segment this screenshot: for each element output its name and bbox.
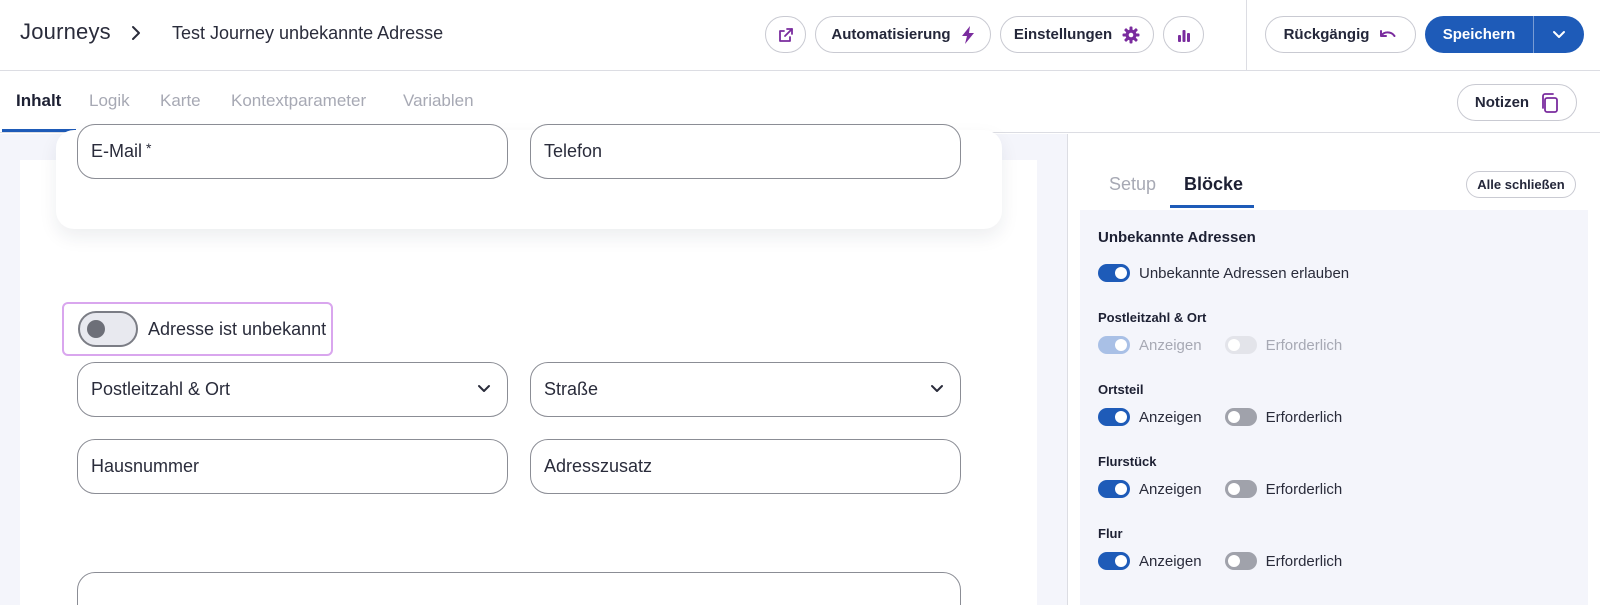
email-field-label: E-Mail <box>91 141 143 161</box>
phone-field[interactable]: Telefon <box>530 124 961 179</box>
flurstueck-required-toggle[interactable] <box>1224 480 1257 498</box>
flurstueck-show-toggle[interactable] <box>1098 480 1130 498</box>
settings-button[interactable]: Einstellungen <box>1000 16 1154 53</box>
save-options-button[interactable] <box>1534 16 1584 53</box>
properties-panel: Setup Blöcke Alle schließen Unbekannte A… <box>1067 134 1600 605</box>
save-button-group: Speichern <box>1425 16 1584 53</box>
ortsteil-required-label: Erforderlich <box>1265 408 1343 426</box>
gear-icon <box>1122 26 1140 43</box>
flurstueck-show-label: Anzeigen <box>1139 480 1202 498</box>
tab-inhalt[interactable]: Inhalt <box>16 91 61 111</box>
section-label-ortsteil: Ortsteil <box>1098 382 1144 397</box>
save-button[interactable]: Speichern <box>1425 16 1534 53</box>
flur-show-toggle[interactable] <box>1098 552 1130 570</box>
street-select[interactable]: Straße <box>530 362 961 417</box>
allow-unknown-toggle[interactable] <box>1098 264 1130 282</box>
phone-field-label: Telefon <box>544 141 603 161</box>
flur-show-label: Anzeigen <box>1139 552 1202 570</box>
close-all-button[interactable]: Alle schließen <box>1466 171 1576 198</box>
header-divider <box>1246 0 1247 71</box>
lightning-icon <box>961 25 974 44</box>
automation-button[interactable]: Automatisierung <box>815 16 991 53</box>
address-addition-label: Adresszusatz <box>544 456 653 476</box>
street-label: Straße <box>544 379 599 399</box>
unknown-address-toggle[interactable] <box>78 311 138 347</box>
external-link-icon <box>778 27 793 42</box>
automation-label: Automatisierung <box>831 26 951 43</box>
zip-city-select[interactable]: Postleitzahl & Ort <box>77 362 508 417</box>
editor-canvas: E-Mail * Telefon Adresse ist unbekannt P… <box>0 124 1067 605</box>
allow-unknown-row: Unbekannte Adressen erlauben <box>1098 264 1349 282</box>
app-header: Journeys Test Journey unbekannte Adresse… <box>0 0 1600 71</box>
undo-label: Rückgängig <box>1283 26 1370 43</box>
section-label-flurstueck: Flurstück <box>1098 454 1157 469</box>
tab-karte[interactable]: Karte <box>160 91 201 111</box>
block-title: Unbekannte Adressen <box>1098 229 1256 246</box>
breadcrumb-chevron-icon <box>132 26 140 40</box>
panel-active-tab-indicator <box>1170 205 1254 208</box>
email-required-marker: * <box>146 139 152 156</box>
panel-tab-bloecke[interactable]: Blöcke <box>1184 174 1243 195</box>
zip-city-label: Postleitzahl & Ort <box>91 379 231 399</box>
toggle-knob <box>87 320 105 338</box>
notes-label: Notizen <box>1474 94 1530 111</box>
ortsteil-show-label: Anzeigen <box>1139 408 1202 426</box>
section-label-zip-city: Postleitzahl & Ort <box>1098 310 1207 325</box>
undo-icon <box>1380 29 1396 37</box>
allow-unknown-label: Unbekannte Adressen erlauben <box>1139 264 1350 282</box>
zip-city-options-row: Anzeigen Erforderlich <box>1098 336 1365 354</box>
house-number-field[interactable]: Hausnummer <box>77 439 508 494</box>
address-addition-field[interactable]: Adresszusatz <box>530 439 961 494</box>
chevron-down-icon <box>931 385 943 392</box>
ortsteil-options-row: Anzeigen Erforderlich <box>1098 408 1365 426</box>
undo-button[interactable]: Rückgängig <box>1265 16 1416 53</box>
email-field[interactable]: E-Mail * <box>77 124 508 179</box>
notes-button[interactable]: Notizen <box>1457 84 1577 121</box>
settings-label: Einstellungen <box>1013 26 1113 43</box>
zip-city-required-label: Erforderlich <box>1265 336 1343 354</box>
bar-chart-icon <box>1177 29 1190 42</box>
tab-logik[interactable]: Logik <box>89 91 130 111</box>
contact-card: E-Mail * Telefon <box>56 124 1002 229</box>
flur-options-row: Anzeigen Erforderlich <box>1098 552 1365 570</box>
tab-variablen[interactable]: Variablen <box>403 91 474 111</box>
chevron-down-icon <box>1553 30 1565 38</box>
brand-title[interactable]: Journeys <box>20 19 111 45</box>
ortsteil-show-toggle[interactable] <box>1098 408 1130 426</box>
zip-city-show-toggle[interactable] <box>1098 336 1130 354</box>
panel-tab-setup[interactable]: Setup <box>1109 174 1156 195</box>
flur-required-label: Erforderlich <box>1265 552 1343 570</box>
form-preview: E-Mail * Telefon Adresse ist unbekannt P… <box>20 124 1037 605</box>
open-preview-button[interactable] <box>765 16 806 53</box>
journey-name: Test Journey unbekannte Adresse <box>172 23 444 43</box>
flurstueck-options-row: Anzeigen Erforderlich <box>1098 480 1365 498</box>
section-label-flur: Flur <box>1098 526 1123 541</box>
flurstueck-required-label: Erforderlich <box>1265 480 1343 498</box>
unknown-address-toggle-label: Adresse ist unbekannt <box>148 318 327 339</box>
analytics-button[interactable] <box>1163 16 1204 53</box>
blocks-section: Unbekannte Adressen Unbekannte Adressen … <box>1080 210 1588 605</box>
notes-copy-icon <box>1542 92 1558 113</box>
chevron-down-icon <box>478 385 490 392</box>
unknown-address-toggle-row[interactable]: Adresse ist unbekannt <box>62 302 333 356</box>
flur-required-toggle[interactable] <box>1224 552 1257 570</box>
ortsteil-required-toggle[interactable] <box>1224 408 1257 426</box>
tab-kontextparameter[interactable]: Kontextparameter <box>231 91 366 111</box>
next-field-partial[interactable] <box>77 572 961 605</box>
house-number-label: Hausnummer <box>91 456 200 476</box>
zip-city-show-label: Anzeigen <box>1139 336 1202 354</box>
zip-city-required-toggle[interactable] <box>1224 336 1257 354</box>
